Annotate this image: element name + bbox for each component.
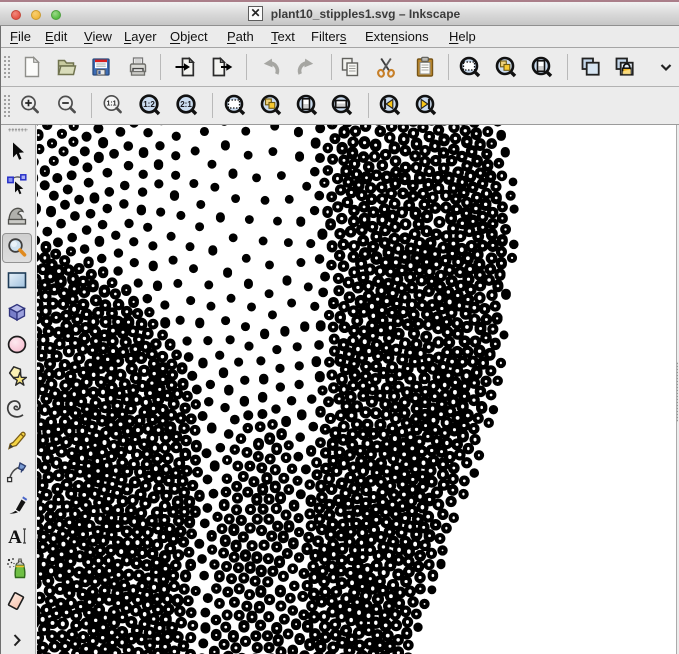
svg-text:1:1: 1:1 bbox=[106, 101, 116, 108]
svg-text:2:1: 2:1 bbox=[180, 100, 192, 109]
svg-text:A: A bbox=[8, 527, 22, 548]
svg-text:1:2: 1:2 bbox=[143, 100, 155, 109]
